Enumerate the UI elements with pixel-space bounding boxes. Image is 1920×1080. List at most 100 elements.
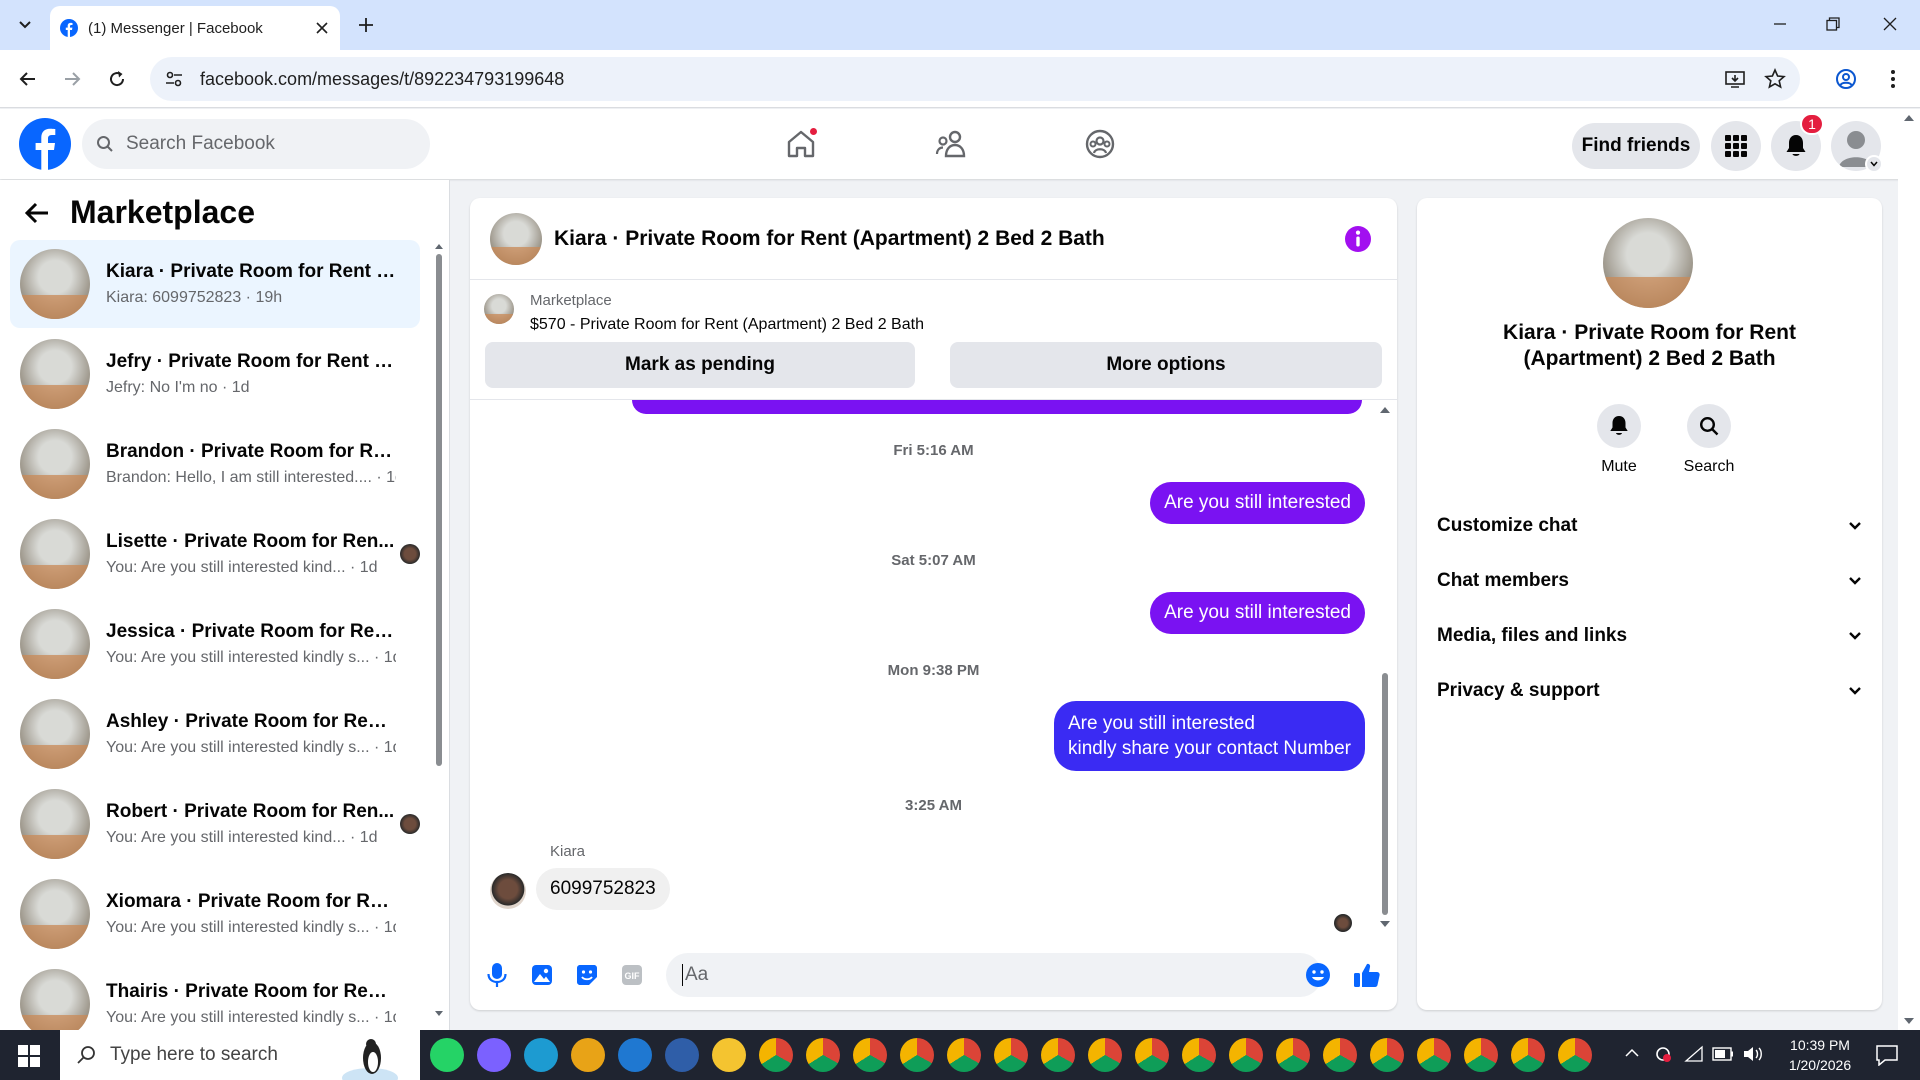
nav-groups[interactable]	[1070, 119, 1130, 169]
facebook-logo-icon[interactable]	[19, 118, 71, 170]
conversation-item[interactable]: Lisette · Private Room for Ren... You: Ar…	[10, 510, 420, 598]
close-window-button[interactable]	[1860, 0, 1920, 48]
conversation-info-button[interactable]	[1344, 225, 1372, 253]
code-editor-icon[interactable]	[665, 1038, 699, 1072]
chrome-profile-icon[interactable]	[1088, 1038, 1122, 1072]
nav-friends[interactable]	[921, 119, 981, 169]
bookmark-star-icon[interactable]	[1764, 68, 1786, 90]
nav-home[interactable]	[771, 119, 831, 169]
whatsapp-icon[interactable]	[430, 1038, 464, 1072]
minimize-button[interactable]	[1750, 0, 1810, 48]
chrome-profile-icon[interactable]	[853, 1038, 887, 1072]
customize-chat-section[interactable]: Customize chat	[1437, 506, 1862, 546]
conversation-item[interactable]: Xiomara · Private Room for Rent... You: A…	[10, 870, 420, 958]
browser-tab[interactable]: (1) Messenger | Facebook	[50, 6, 340, 50]
conversation-list-scrollbar[interactable]	[433, 240, 445, 1020]
slack-icon[interactable]	[571, 1038, 605, 1072]
message-input[interactable]: Aa	[666, 953, 1322, 997]
sender-avatar[interactable]	[490, 873, 526, 909]
chrome-profile-icon[interactable]	[1417, 1038, 1451, 1072]
conversation-text: Jefry · Private Room for Rent (A... Jefry…	[106, 351, 396, 397]
windows-start-icon[interactable]	[18, 1045, 40, 1067]
chevron-up-icon[interactable]	[1625, 1048, 1639, 1058]
clock[interactable]: 10:39 PM 1/20/2026	[1770, 1035, 1870, 1075]
outgoing-message[interactable]: Are you still interested kindly share yo…	[1053, 701, 1365, 771]
attach-photo-button[interactable]	[527, 960, 557, 990]
outgoing-message[interactable]: Are you still interested	[1150, 482, 1365, 524]
mark-as-pending-button[interactable]: Mark as pending	[485, 342, 915, 388]
outgoing-message[interactable]: Are you still interested	[1150, 592, 1365, 634]
menu-button[interactable]	[1711, 121, 1761, 171]
copilot-icon[interactable]	[477, 1038, 511, 1072]
install-app-icon[interactable]	[1724, 68, 1746, 90]
page-scrollbar[interactable]	[1898, 109, 1920, 1030]
chrome-profile-icon[interactable]	[1323, 1038, 1357, 1072]
sticker-button[interactable]	[572, 960, 602, 990]
chrome-profile-icon[interactable]	[1229, 1038, 1263, 1072]
profile-button[interactable]	[1830, 63, 1862, 95]
chrome-profile-icon[interactable]	[947, 1038, 981, 1072]
back-arrow-icon[interactable]	[24, 202, 50, 224]
chrome-profile-icon[interactable]	[1276, 1038, 1310, 1072]
chrome-profile-icon[interactable]	[759, 1038, 793, 1072]
reload-button[interactable]	[101, 63, 133, 95]
chrome-profile-icon[interactable]	[1511, 1038, 1545, 1072]
chrome-profile-icon[interactable]	[1135, 1038, 1169, 1072]
chrome-profile-icon[interactable]	[1464, 1038, 1498, 1072]
chrome-profile-icon[interactable]	[806, 1038, 840, 1072]
tab-search-button[interactable]	[10, 10, 40, 40]
more-options-button[interactable]: More options	[950, 342, 1382, 388]
browser-menu-button[interactable]	[1877, 63, 1909, 95]
url-text[interactable]: facebook.com/messages/t/892234793199648	[200, 69, 1724, 90]
action-center-icon[interactable]	[1875, 1044, 1899, 1066]
restore-button[interactable]	[1803, 0, 1863, 48]
chrome-profile-icon[interactable]	[1041, 1038, 1075, 1072]
site-settings-icon[interactable]	[164, 69, 184, 89]
sync-status-icon[interactable]	[1654, 1045, 1672, 1063]
listing-image[interactable]	[1603, 218, 1693, 308]
banner-label: Marketplace	[530, 292, 612, 309]
chrome-profile-icon[interactable]	[1182, 1038, 1216, 1072]
chrome-profile-icon[interactable]	[994, 1038, 1028, 1072]
battery-icon[interactable]	[1712, 1047, 1734, 1061]
media-files-links-section[interactable]: Media, files and links	[1437, 616, 1862, 656]
chat-scrollbar[interactable]	[1378, 403, 1392, 933]
close-tab-icon[interactable]	[316, 22, 328, 34]
conversation-item[interactable]: Kiara · Private Room for Rent (A... Kiara…	[10, 240, 420, 328]
back-button[interactable]	[12, 63, 44, 95]
chrome-profile-icon[interactable]	[900, 1038, 934, 1072]
volume-icon[interactable]	[1742, 1045, 1764, 1063]
forward-button[interactable]	[56, 63, 88, 95]
mute-button[interactable]: Mute	[1584, 404, 1654, 476]
find-friends-button[interactable]: Find friends	[1572, 123, 1700, 169]
chat-members-section[interactable]: Chat members	[1437, 561, 1862, 601]
chrome-profile-icon[interactable]	[1370, 1038, 1404, 1072]
send-like-button[interactable]	[1352, 960, 1382, 990]
search-label: Search	[1683, 458, 1735, 475]
new-tab-button[interactable]	[352, 11, 380, 39]
facebook-search-input[interactable]: Search Facebook	[82, 119, 430, 169]
conversation-item[interactable]: Robert · Private Room for Ren... You: Are…	[10, 780, 420, 868]
taskbar-search-box[interactable]: Type here to search	[60, 1030, 420, 1080]
banner-listing[interactable]: $570 - Private Room for Rent (Apartment)…	[530, 316, 924, 334]
azure-icon[interactable]	[618, 1038, 652, 1072]
emoji-button[interactable]	[1303, 960, 1333, 990]
voice-clip-button[interactable]	[482, 960, 512, 990]
privacy-support-section[interactable]: Privacy & support	[1437, 671, 1862, 711]
edge-icon[interactable]	[524, 1038, 558, 1072]
listing-thumbnail[interactable]	[484, 294, 514, 324]
chrome-profile-icon[interactable]	[1558, 1038, 1592, 1072]
wifi-icon[interactable]	[1684, 1045, 1704, 1063]
conversation-item[interactable]: Jefry · Private Room for Rent (A... Jefry…	[10, 330, 420, 418]
chat-title[interactable]: Kiara · Private Room for Rent (Apartment…	[554, 227, 1105, 251]
file-explorer-icon[interactable]	[712, 1038, 746, 1072]
account-chevron[interactable]	[1865, 155, 1883, 173]
search-in-conversation-button[interactable]: Search	[1674, 404, 1744, 476]
gif-button[interactable]: GIF	[617, 960, 647, 990]
conversation-item[interactable]: Ashley · Private Room for Rent (... You: …	[10, 690, 420, 778]
conversation-item[interactable]: Jessica · Private Room for Rent (... You:…	[10, 600, 420, 688]
address-bar[interactable]: facebook.com/messages/t/892234793199648	[150, 57, 1800, 101]
conversation-item[interactable]: Brandon · Private Room for Rent... Brando…	[10, 420, 420, 508]
chat-listing-thumbnail[interactable]	[490, 212, 542, 265]
incoming-message[interactable]: 6099752823	[536, 868, 670, 910]
